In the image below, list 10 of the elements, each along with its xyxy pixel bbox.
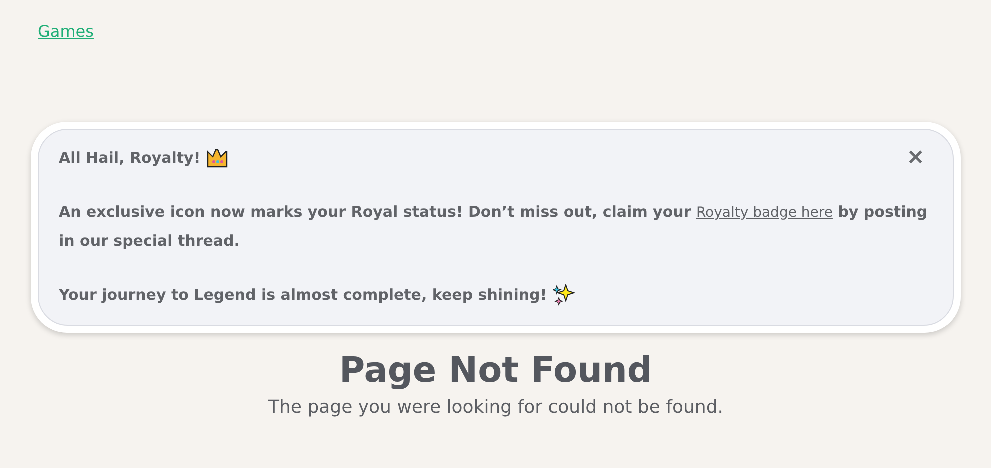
error-message: The page you were looking for could not be found. bbox=[268, 397, 724, 418]
error-heading: Page Not Found bbox=[340, 350, 652, 393]
crown-icon bbox=[206, 148, 229, 168]
royalty-badge-link[interactable]: Royalty badge here bbox=[696, 205, 833, 221]
close-button[interactable]: × bbox=[906, 147, 933, 169]
notice-footer: Your journey to Legend is almost complete, keep shining! bbox=[59, 281, 548, 309]
games-link[interactable]: Games bbox=[38, 22, 94, 41]
notice-title: All Hail, Royalty! bbox=[59, 148, 201, 169]
sparkles-icon bbox=[553, 284, 576, 306]
notice-message: An exclusive icon now marks your Royal status! Don’t miss out, claim your Royalty badge here by posting in our special thread. bbox=[59, 202, 929, 252]
